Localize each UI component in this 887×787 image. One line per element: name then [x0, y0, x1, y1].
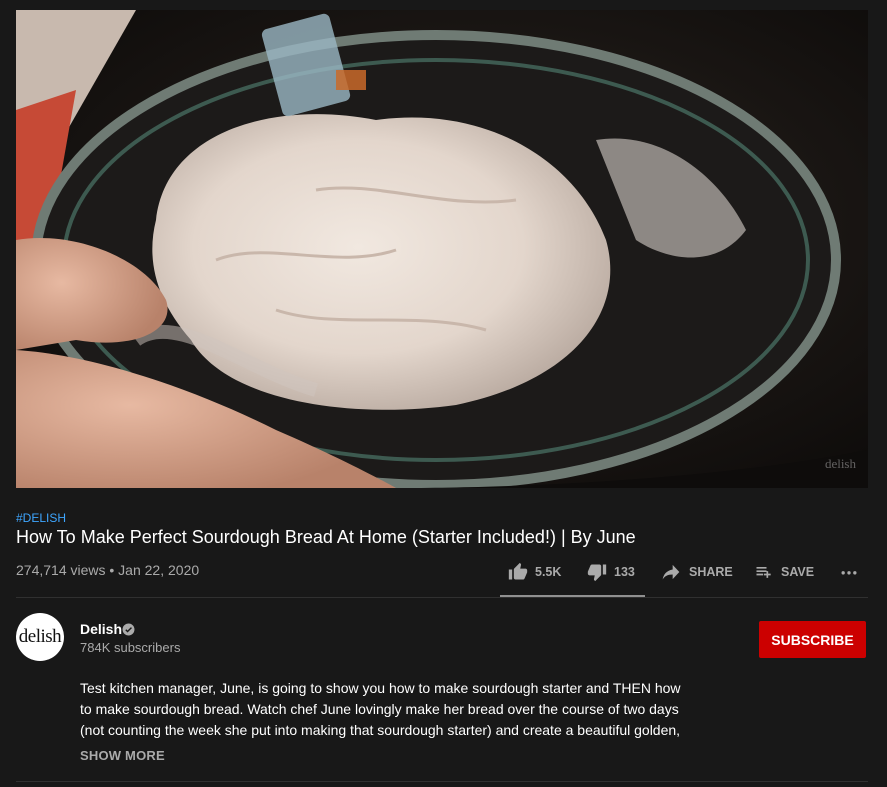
hashtag-link[interactable]: #DELISH: [16, 511, 66, 525]
verified-check-icon: [122, 623, 135, 636]
share-label: SHARE: [689, 565, 733, 579]
video-frame: [16, 10, 868, 488]
description-line: to make sourdough bread. Watch chef June…: [80, 701, 679, 717]
more-horizontal-icon: [841, 571, 857, 575]
more-actions-button[interactable]: [838, 559, 860, 585]
divider-bottom: [16, 781, 868, 782]
video-watermark: delish: [824, 456, 856, 471]
description-line: (not counting the week she put into maki…: [80, 722, 681, 738]
dislike-button[interactable]: 133: [587, 559, 635, 585]
avatar-logo-text: delish: [18, 626, 62, 647]
description-line: Test kitchen manager, June, is going to …: [80, 680, 681, 696]
share-button[interactable]: SHARE: [660, 559, 733, 585]
like-count: 5.5K: [535, 565, 562, 579]
thumbs-up-icon: [508, 562, 528, 580]
channel-avatar[interactable]: delish: [16, 613, 64, 661]
subscribe-button[interactable]: SUBSCRIBE: [759, 621, 866, 658]
playlist-add-icon: [756, 567, 771, 578]
video-description: Test kitchen manager, June, is going to …: [80, 678, 720, 741]
save-button[interactable]: SAVE: [754, 559, 814, 585]
save-label: SAVE: [781, 565, 815, 579]
channel-name[interactable]: Delish: [80, 621, 122, 637]
actions-bar: 5.5K 133 SHARE SAVE: [0, 559, 887, 587]
video-player[interactable]: delish: [16, 10, 868, 488]
show-more-button[interactable]: SHOW MORE: [80, 748, 165, 763]
thumbs-down-icon: [587, 564, 607, 582]
video-title: How To Make Perfect Sourdough Bread At H…: [16, 527, 636, 547]
dislike-count: 133: [614, 565, 635, 579]
divider-top: [16, 597, 868, 598]
share-arrow-icon: [662, 564, 680, 580]
subscriber-count: 784K subscribers: [80, 640, 181, 655]
like-button[interactable]: 5.5K: [508, 559, 561, 585]
